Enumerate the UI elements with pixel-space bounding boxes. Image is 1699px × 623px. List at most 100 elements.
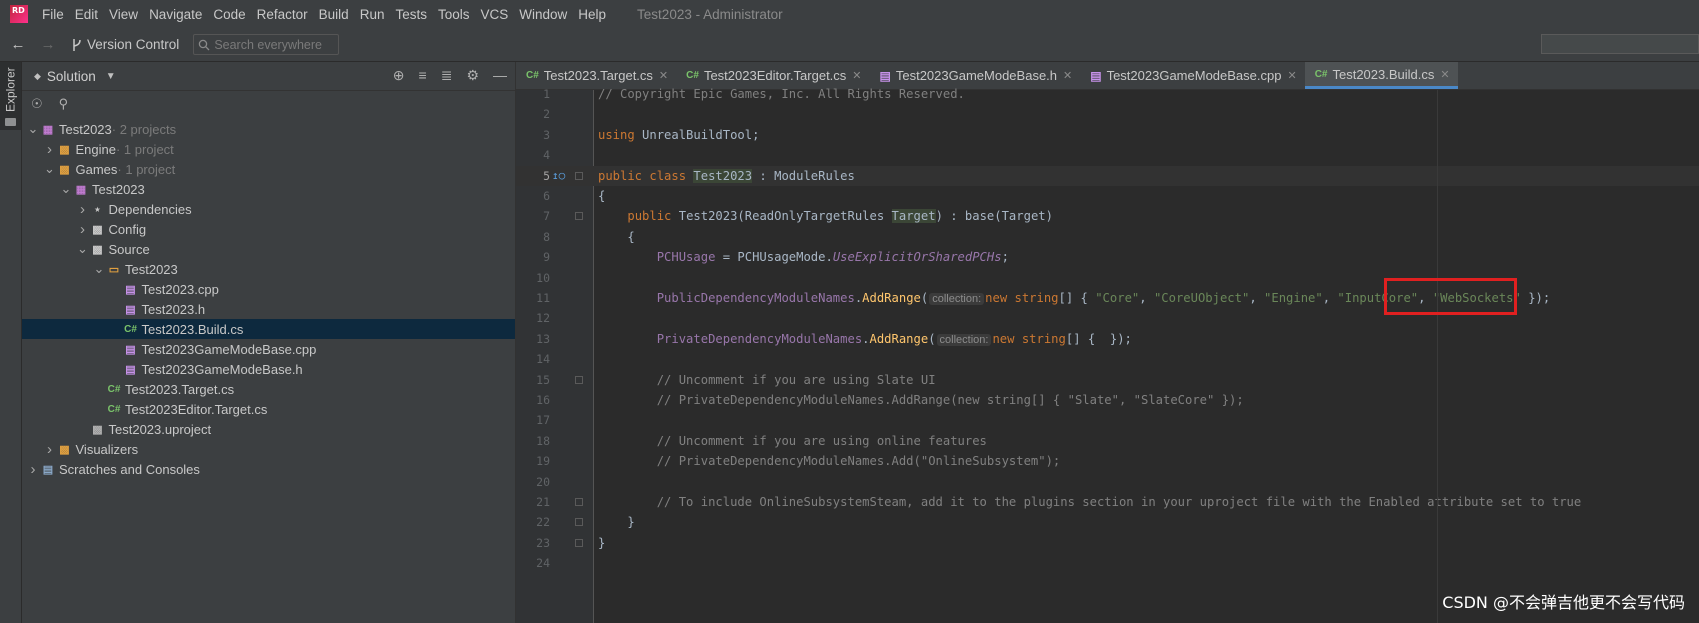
expand-all-icon[interactable]: ≡ (419, 68, 427, 82)
tree-item[interactable]: ⌄ ▦ Test2023 · 2 projects (22, 119, 515, 139)
menu-run[interactable]: Run (360, 7, 385, 22)
tree-item-label: Test2023 (125, 261, 178, 277)
tree-item[interactable]: ›▤Test2023.h (22, 299, 515, 319)
menu-refactor[interactable]: Refactor (257, 7, 308, 22)
code-token: // Uncomment if you are using Slate UI (656, 372, 936, 387)
version-control-button[interactable]: Version Control (72, 37, 179, 52)
code-token: AddRange (869, 331, 929, 346)
close-icon[interactable]: ✕ (1287, 69, 1296, 82)
tree-item[interactable]: › ▩ Config (22, 219, 515, 239)
chevron-right-icon[interactable]: › (76, 221, 90, 238)
code-token: ( (928, 331, 936, 346)
search-icon[interactable]: ⚲ (59, 96, 69, 112)
menu-file[interactable]: File (42, 7, 64, 22)
tree-item-label: Dependencies (108, 201, 192, 217)
chevron-down-icon[interactable]: ⌄ (92, 262, 106, 275)
menu-help[interactable]: Help (578, 7, 606, 22)
tree-item[interactable]: › ▩ Visualizers (22, 439, 515, 459)
fold-marker-icon[interactable] (575, 518, 583, 527)
code-line: 17 (516, 410, 1699, 430)
code-line: 1 // Copyright Epic Games, Inc. All Right… (516, 84, 1699, 104)
inheritance-marker-icon[interactable]: ↥○ (552, 169, 565, 182)
chevron-down-icon[interactable]: ⌄ (43, 162, 57, 175)
close-icon[interactable]: ✕ (659, 69, 668, 82)
solution-dropdown[interactable]: ◆ Solution ▼ (34, 69, 116, 84)
tree-item[interactable]: ⌄ ▩ Games · 1 project (22, 159, 515, 179)
tree-item[interactable]: ›▤Test2023GameModeBase.cpp (22, 339, 515, 359)
chevron-right-icon[interactable]: › (26, 461, 40, 478)
arrow-left-icon[interactable]: ← (6, 36, 30, 53)
fold-marker-icon[interactable] (575, 171, 583, 180)
fold-marker-icon[interactable] (575, 498, 583, 506)
folder-orange-icon: ▭ (108, 263, 120, 276)
minimize-icon[interactable]: — (493, 68, 507, 82)
tree-item[interactable]: ⌄ ▦ Test2023 (22, 179, 515, 199)
line-number: 18 (536, 433, 550, 448)
chevron-right-icon[interactable]: › (43, 141, 57, 158)
chevron-down-icon[interactable]: ⌄ (59, 182, 73, 195)
chevron-down-icon[interactable]: ⌄ (26, 122, 40, 135)
tree-item-label: Test2023.uproject (108, 421, 212, 437)
menu-code[interactable]: Code (213, 7, 245, 22)
chevron-right-icon[interactable]: › (76, 201, 90, 218)
tree-item-label: Test2023.h (141, 301, 206, 317)
code-text: public class Test2023 : ModuleRules (598, 168, 855, 183)
tree-item[interactable]: ⌄ ▭ Test2023 (22, 259, 515, 279)
window-title: Test2023 - Administrator (637, 6, 783, 22)
code-token: } (598, 535, 606, 550)
tree-item[interactable]: ›▤Test2023GameModeBase.h (22, 359, 515, 379)
folder-icon: ▩ (92, 223, 103, 236)
menu-window[interactable]: Window (519, 7, 567, 22)
code-text: PCHUsage = PCHUsageMode.UseExplicitOrSha… (598, 250, 1009, 264)
solution-icon: ◆ (34, 70, 41, 81)
code-token: ; (1001, 250, 1009, 265)
explorer-side-tab-label: Explorer (3, 67, 18, 113)
run-config-box[interactable] (1541, 34, 1699, 54)
line-number: 16 (536, 393, 550, 407)
chevron-down-icon: ▼ (105, 70, 116, 82)
tree-item[interactable]: ›C#Test2023.Target.cs (22, 379, 515, 399)
cs-icon: C# (107, 403, 121, 415)
show-files-icon[interactable]: ☉ (31, 96, 43, 112)
tree-item[interactable]: › ▩ Engine · 1 project (22, 139, 515, 159)
tree-item[interactable]: › ▤ Scratches and Consoles (22, 459, 515, 479)
tree-item[interactable]: ⌄ ▩ Source (22, 239, 515, 259)
search-everywhere-input[interactable]: Search everywhere (193, 34, 340, 55)
menu-view[interactable]: View (109, 7, 138, 22)
csharp-file-icon: C# (526, 70, 539, 81)
chevron-down-icon[interactable]: ⌄ (76, 242, 90, 255)
menu-tests[interactable]: Tests (395, 7, 427, 22)
chevron-right-icon[interactable]: › (43, 441, 57, 458)
code-token: new (985, 291, 1015, 305)
csharp-file-icon: C# (1314, 68, 1328, 80)
fold-marker-icon[interactable] (575, 538, 583, 547)
menu-navigate[interactable]: Navigate (149, 7, 202, 22)
crosshair-icon[interactable]: ⊕ (393, 68, 405, 82)
code-line: 12 (516, 308, 1699, 328)
tree-item-label: Test2023.Target.cs (125, 381, 235, 397)
code-token: . (862, 331, 870, 346)
tree-item[interactable]: ›C#Test2023Editor.Target.cs (22, 399, 515, 419)
fold-marker-icon[interactable] (575, 212, 583, 221)
close-icon[interactable]: ✕ (1440, 68, 1449, 81)
arrow-right-icon[interactable]: → (36, 36, 60, 53)
close-icon[interactable]: ✕ (852, 69, 861, 82)
tree-item[interactable]: ›C#Test2023.Build.cs (22, 319, 515, 339)
menu-build[interactable]: Build (319, 7, 349, 22)
gear-icon[interactable]: ⚙ (466, 68, 479, 82)
code-text: public Test2023(ReadOnlyTargetRules Targ… (598, 209, 1053, 224)
code-line: 3 using UnrealBuildTool; (516, 125, 1699, 145)
tree-item[interactable]: ›▤Test2023.cpp (22, 279, 515, 299)
collapse-all-icon[interactable]: ≣ (441, 68, 453, 82)
fold-marker-icon[interactable] (575, 375, 583, 384)
code-editor[interactable]: 1 // Copyright Epic Games, Inc. All Right… (516, 87, 1699, 623)
tree-item-label: Scratches and Consoles (59, 461, 200, 477)
close-icon[interactable]: ✕ (1063, 69, 1072, 82)
menu-vcs[interactable]: VCS (481, 7, 509, 22)
menu-tools[interactable]: Tools (438, 7, 470, 22)
tree-item-meta: · 2 projects (111, 121, 177, 137)
line-number: 24 (536, 556, 550, 571)
tree-item[interactable]: ›▩Test2023.uproject (22, 419, 515, 439)
menu-edit[interactable]: Edit (75, 7, 98, 22)
tree-item[interactable]: › ⋆ Dependencies (22, 199, 515, 219)
